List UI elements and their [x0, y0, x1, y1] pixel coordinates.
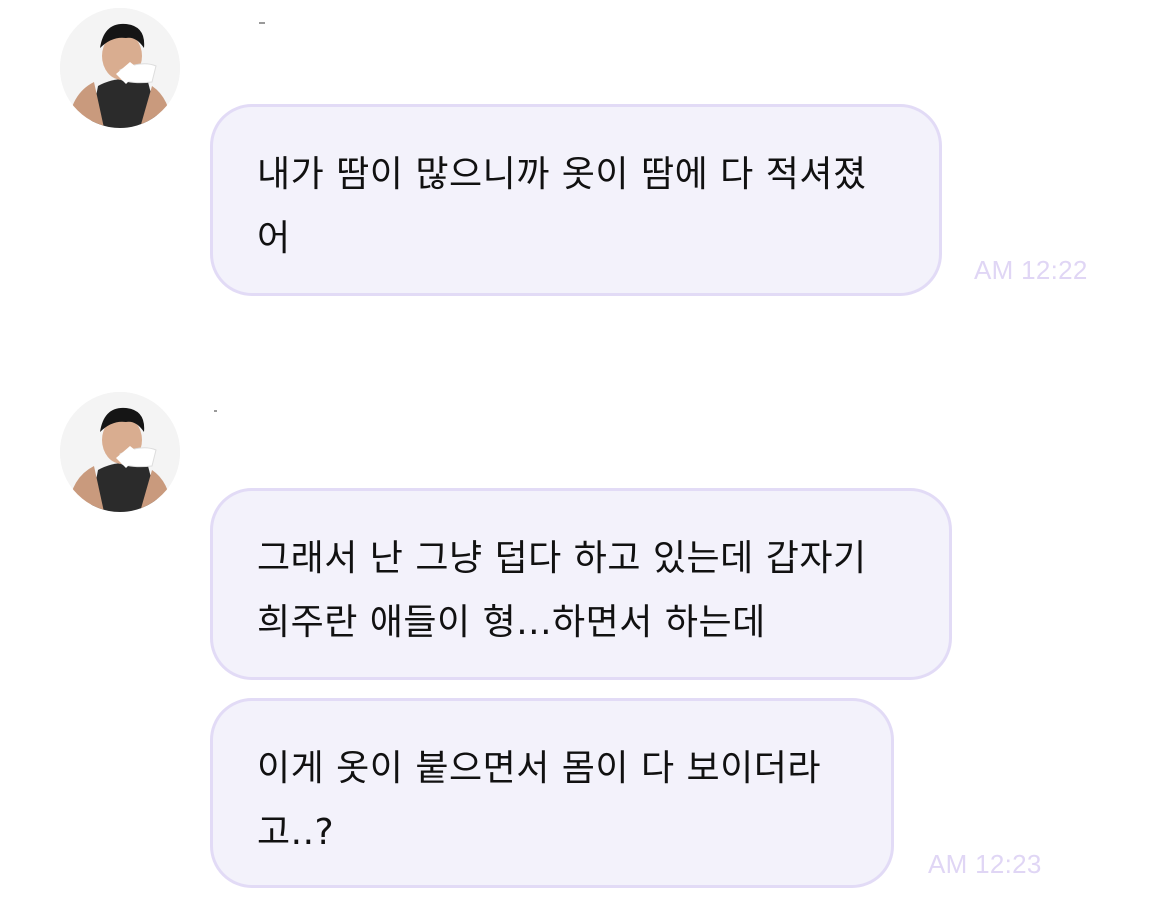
- sender-avatar[interactable]: [60, 8, 180, 128]
- avatar-photo-icon: [60, 8, 180, 128]
- message-bubble[interactable]: 내가 땀이 많으니까 옷이 땀에 다 적셔졌어: [210, 104, 942, 296]
- sender-name-mark: [259, 22, 265, 24]
- message-bubble[interactable]: 이게 옷이 붙으면서 몸이 다 보이더라고..?: [210, 698, 894, 888]
- avatar-photo-icon: [60, 392, 180, 512]
- sender-avatar[interactable]: [60, 392, 180, 512]
- message-timestamp: AM 12:23: [928, 849, 1042, 879]
- message-bubble[interactable]: 그래서 난 그냥 덥다 하고 있는데 갑자기 희주란 애들이 형...하면서 하…: [210, 488, 952, 680]
- sender-name-mark: [214, 410, 217, 412]
- message-timestamp: AM 12:22: [974, 255, 1088, 285]
